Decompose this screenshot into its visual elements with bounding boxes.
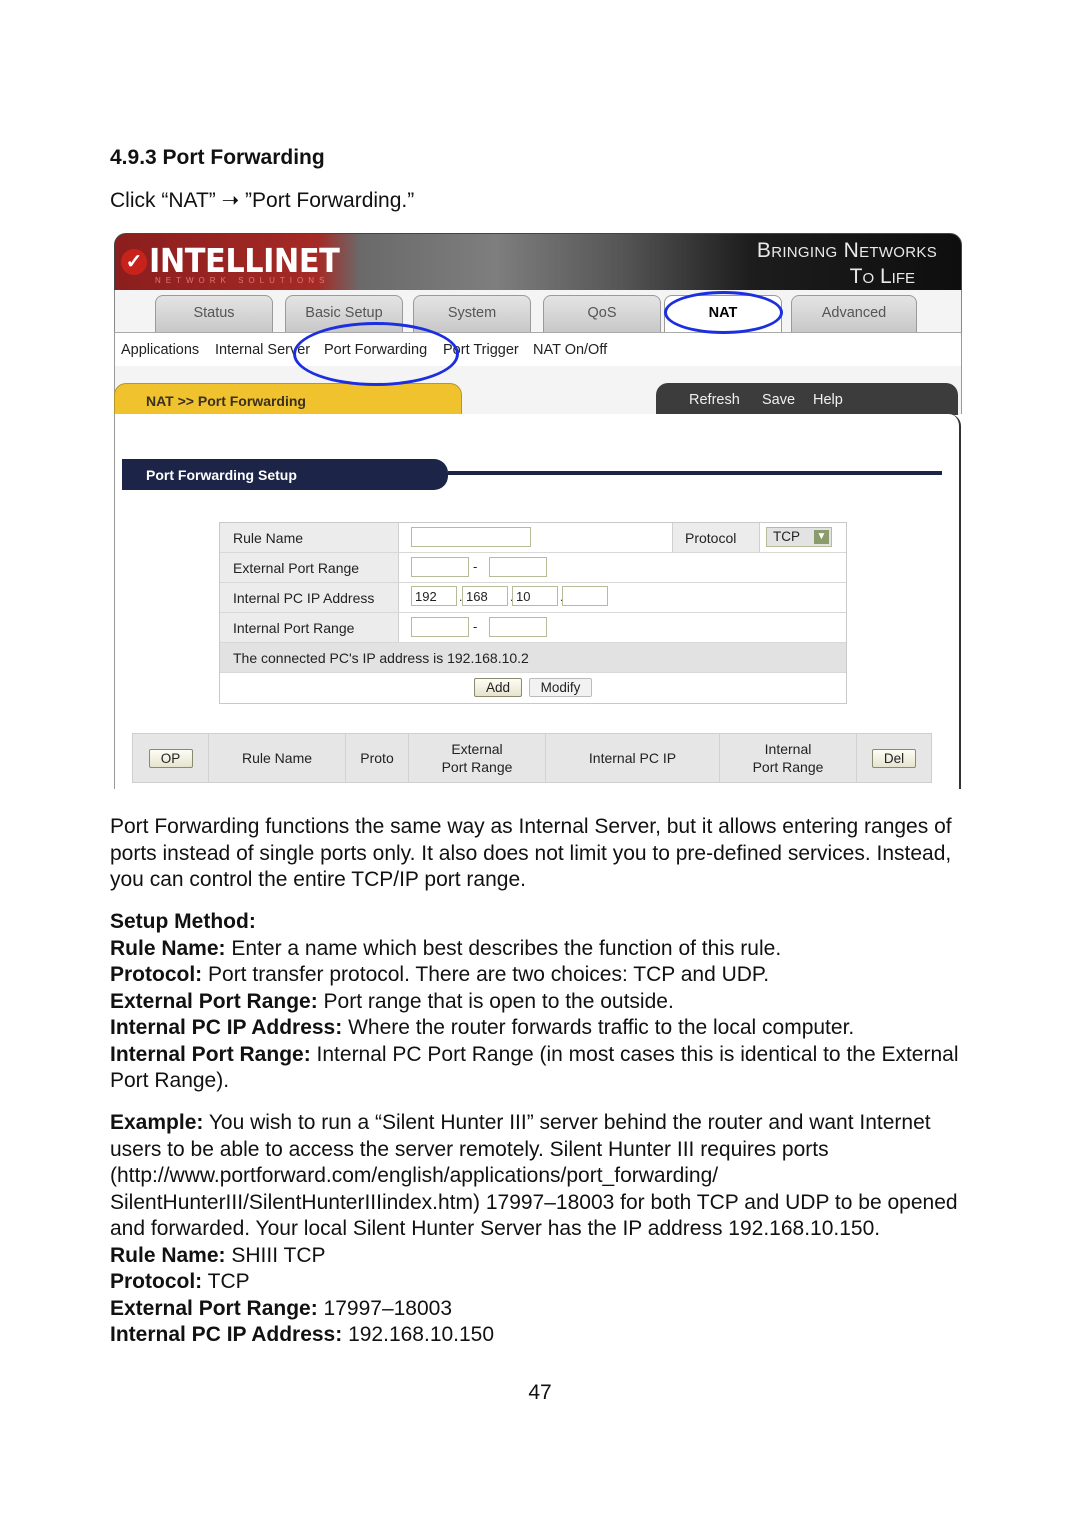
example-block: Example: You wish to run a “Silent Hunte… bbox=[110, 1110, 970, 1349]
column-header-internal-port-range: Internal Port Range bbox=[720, 734, 857, 782]
refresh-button[interactable]: Refresh bbox=[689, 392, 740, 408]
example-value-text: SHIII TCP bbox=[225, 1243, 326, 1267]
definition-text: Port transfer protocol. There are two ch… bbox=[202, 963, 770, 986]
example-text: You wish to run a “Silent Hunter III” se… bbox=[110, 1111, 958, 1240]
checkmark-logo-icon: ✓ bbox=[121, 249, 147, 275]
save-button[interactable]: Save bbox=[762, 392, 795, 408]
ip-octet-1-input[interactable]: 192 bbox=[411, 586, 457, 606]
external-port-range-row: External Port Range - bbox=[220, 553, 846, 583]
router-screenshot: ✓ INTELLINET NETWORK SOLUTIONS Bringing … bbox=[114, 233, 962, 789]
delete-button[interactable]: Del bbox=[872, 748, 916, 768]
column-header-internal-pc-ip: Internal PC IP bbox=[546, 734, 720, 782]
definition-text: Enter a name which best describes the fu… bbox=[225, 936, 782, 960]
example-value-term: Rule Name: bbox=[110, 1243, 226, 1267]
range-separator: - bbox=[473, 619, 478, 634]
tab-system[interactable]: System bbox=[413, 295, 531, 332]
rules-table-header: OP Rule Name Proto External Port Range I… bbox=[132, 733, 932, 783]
breadcrumb: NAT >> Port Forwarding bbox=[114, 383, 462, 416]
click-instruction: Click “NAT” ➝ ”Port Forwarding.” bbox=[110, 189, 415, 212]
brand-subtext: NETWORK SOLUTIONS bbox=[155, 276, 330, 285]
internal-port-to-input[interactable] bbox=[489, 617, 547, 637]
setup-method-block: Setup Method: Rule Name: Enter a name wh… bbox=[110, 909, 970, 1095]
tab-status[interactable]: Status bbox=[155, 295, 273, 332]
column-header-external-port-range: External Port Range bbox=[409, 734, 546, 782]
column-header-rule-name: Rule Name bbox=[209, 734, 346, 782]
example-value-term: External Port Range: bbox=[110, 1296, 318, 1320]
rule-name-row: Rule Name Protocol TCP ▼ bbox=[220, 523, 846, 553]
protocol-select[interactable]: TCP ▼ bbox=[766, 527, 832, 547]
breadcrumb-text: NAT >> Port Forwarding bbox=[146, 393, 306, 409]
tab-advanced[interactable]: Advanced bbox=[791, 295, 917, 332]
example-value-term: Protocol: bbox=[110, 1270, 203, 1293]
definition-item: Rule Name: Enter a name which best descr… bbox=[110, 936, 970, 963]
setup-header-rule bbox=[448, 471, 942, 475]
brand-banner: ✓ INTELLINET NETWORK SOLUTIONS Bringing … bbox=[114, 233, 962, 292]
range-separator: - bbox=[473, 559, 478, 574]
example-value-text: TCP bbox=[202, 1270, 250, 1293]
rule-name-label: Rule Name bbox=[233, 530, 304, 546]
setup-section-title: Port Forwarding Setup bbox=[146, 467, 297, 483]
example-value-item: External Port Range: 17997–18003 bbox=[110, 1296, 970, 1323]
section-heading: 4.9.3 Port Forwarding bbox=[110, 146, 325, 169]
annotation-circle-nat bbox=[664, 291, 783, 334]
tagline-line1: Bringing Networks bbox=[756, 239, 937, 262]
action-bar: Refresh Save Help bbox=[656, 383, 958, 415]
external-port-from-input[interactable] bbox=[411, 557, 469, 577]
internal-ip-row: Internal PC IP Address 192 . 168 . 10 . bbox=[220, 583, 846, 613]
example-value-item: Internal PC IP Address: 192.168.10.150 bbox=[110, 1322, 970, 1349]
tab-qos[interactable]: QoS bbox=[543, 295, 661, 332]
example-value-item: Rule Name: SHIII TCP bbox=[110, 1243, 970, 1270]
protocol-value: TCP bbox=[773, 529, 800, 544]
annotation-circle-port-forwarding bbox=[293, 322, 459, 386]
example-value-text: 17997–18003 bbox=[317, 1296, 453, 1320]
example-value-text: 192.168.10.150 bbox=[342, 1323, 495, 1346]
connected-ip-text: The connected PC's IP address is 192.168… bbox=[233, 650, 529, 666]
setup-section-header: Port Forwarding Setup bbox=[122, 459, 448, 490]
ip-octet-3-input[interactable]: 10 bbox=[512, 586, 558, 606]
definition-item: Internal PC IP Address: Where the router… bbox=[110, 1015, 970, 1042]
modify-button[interactable]: Modify bbox=[529, 678, 592, 697]
external-port-to-input[interactable] bbox=[489, 557, 547, 577]
definition-term: External Port Range: bbox=[110, 989, 318, 1013]
external-port-range-label: External Port Range bbox=[233, 560, 360, 576]
definition-item: Internal Port Range: Internal PC Port Ra… bbox=[110, 1042, 970, 1095]
definition-term: Rule Name: bbox=[110, 936, 226, 960]
rule-name-input[interactable] bbox=[411, 527, 531, 547]
main-tabs: Status Basic Setup System QoS NAT Advanc… bbox=[114, 290, 962, 332]
internal-port-from-input[interactable] bbox=[411, 617, 469, 637]
example-term: Example: bbox=[110, 1111, 204, 1134]
internal-ip-label: Internal PC IP Address bbox=[233, 590, 375, 606]
example-paragraph: Example: You wish to run a “Silent Hunte… bbox=[110, 1110, 970, 1243]
form-buttons-row: Add Modify bbox=[220, 673, 846, 703]
connected-ip-row: The connected PC's IP address is 192.168… bbox=[220, 643, 846, 673]
example-value-item: Protocol: TCP bbox=[110, 1269, 970, 1296]
definition-term: Internal PC IP Address: bbox=[110, 1016, 343, 1039]
brand-logo: INTELLINET bbox=[149, 241, 340, 280]
protocol-label: Protocol bbox=[685, 530, 737, 546]
port-forwarding-form: Rule Name Protocol TCP ▼ External Port R… bbox=[219, 522, 847, 704]
chevron-down-icon[interactable]: ▼ bbox=[814, 530, 829, 544]
definition-text: Port range that is open to the outside. bbox=[317, 989, 674, 1013]
internal-port-range-row: Internal Port Range - bbox=[220, 613, 846, 643]
add-button[interactable]: Add bbox=[474, 678, 522, 697]
op-button[interactable]: OP bbox=[148, 748, 193, 768]
column-header-proto: Proto bbox=[346, 734, 409, 782]
help-button[interactable]: Help bbox=[813, 392, 843, 408]
definition-term: Internal Port Range: bbox=[110, 1042, 311, 1066]
intro-paragraph: Port Forwarding functions the same way a… bbox=[110, 815, 952, 891]
internal-port-range-label: Internal Port Range bbox=[233, 620, 355, 636]
definition-item: External Port Range: Port range that is … bbox=[110, 989, 970, 1016]
example-value-term: Internal PC IP Address: bbox=[110, 1323, 343, 1346]
sub-navigation: Applications Internal Server Port Forwar… bbox=[114, 332, 962, 367]
definition-text: Where the router forwards traffic to the… bbox=[342, 1016, 855, 1039]
setup-method-heading: Setup Method: bbox=[110, 910, 256, 933]
ip-octet-4-input[interactable] bbox=[562, 586, 608, 606]
definition-term: Protocol: bbox=[110, 963, 203, 986]
ip-octet-2-input[interactable]: 168 bbox=[462, 586, 508, 606]
definition-item: Protocol: Port transfer protocol. There … bbox=[110, 962, 970, 989]
subnav-applications[interactable]: Applications bbox=[121, 342, 199, 358]
subnav-nat-on-off[interactable]: NAT On/Off bbox=[533, 342, 607, 358]
tagline-line2: To Life bbox=[849, 265, 915, 288]
page-number: 47 bbox=[528, 1381, 552, 1404]
